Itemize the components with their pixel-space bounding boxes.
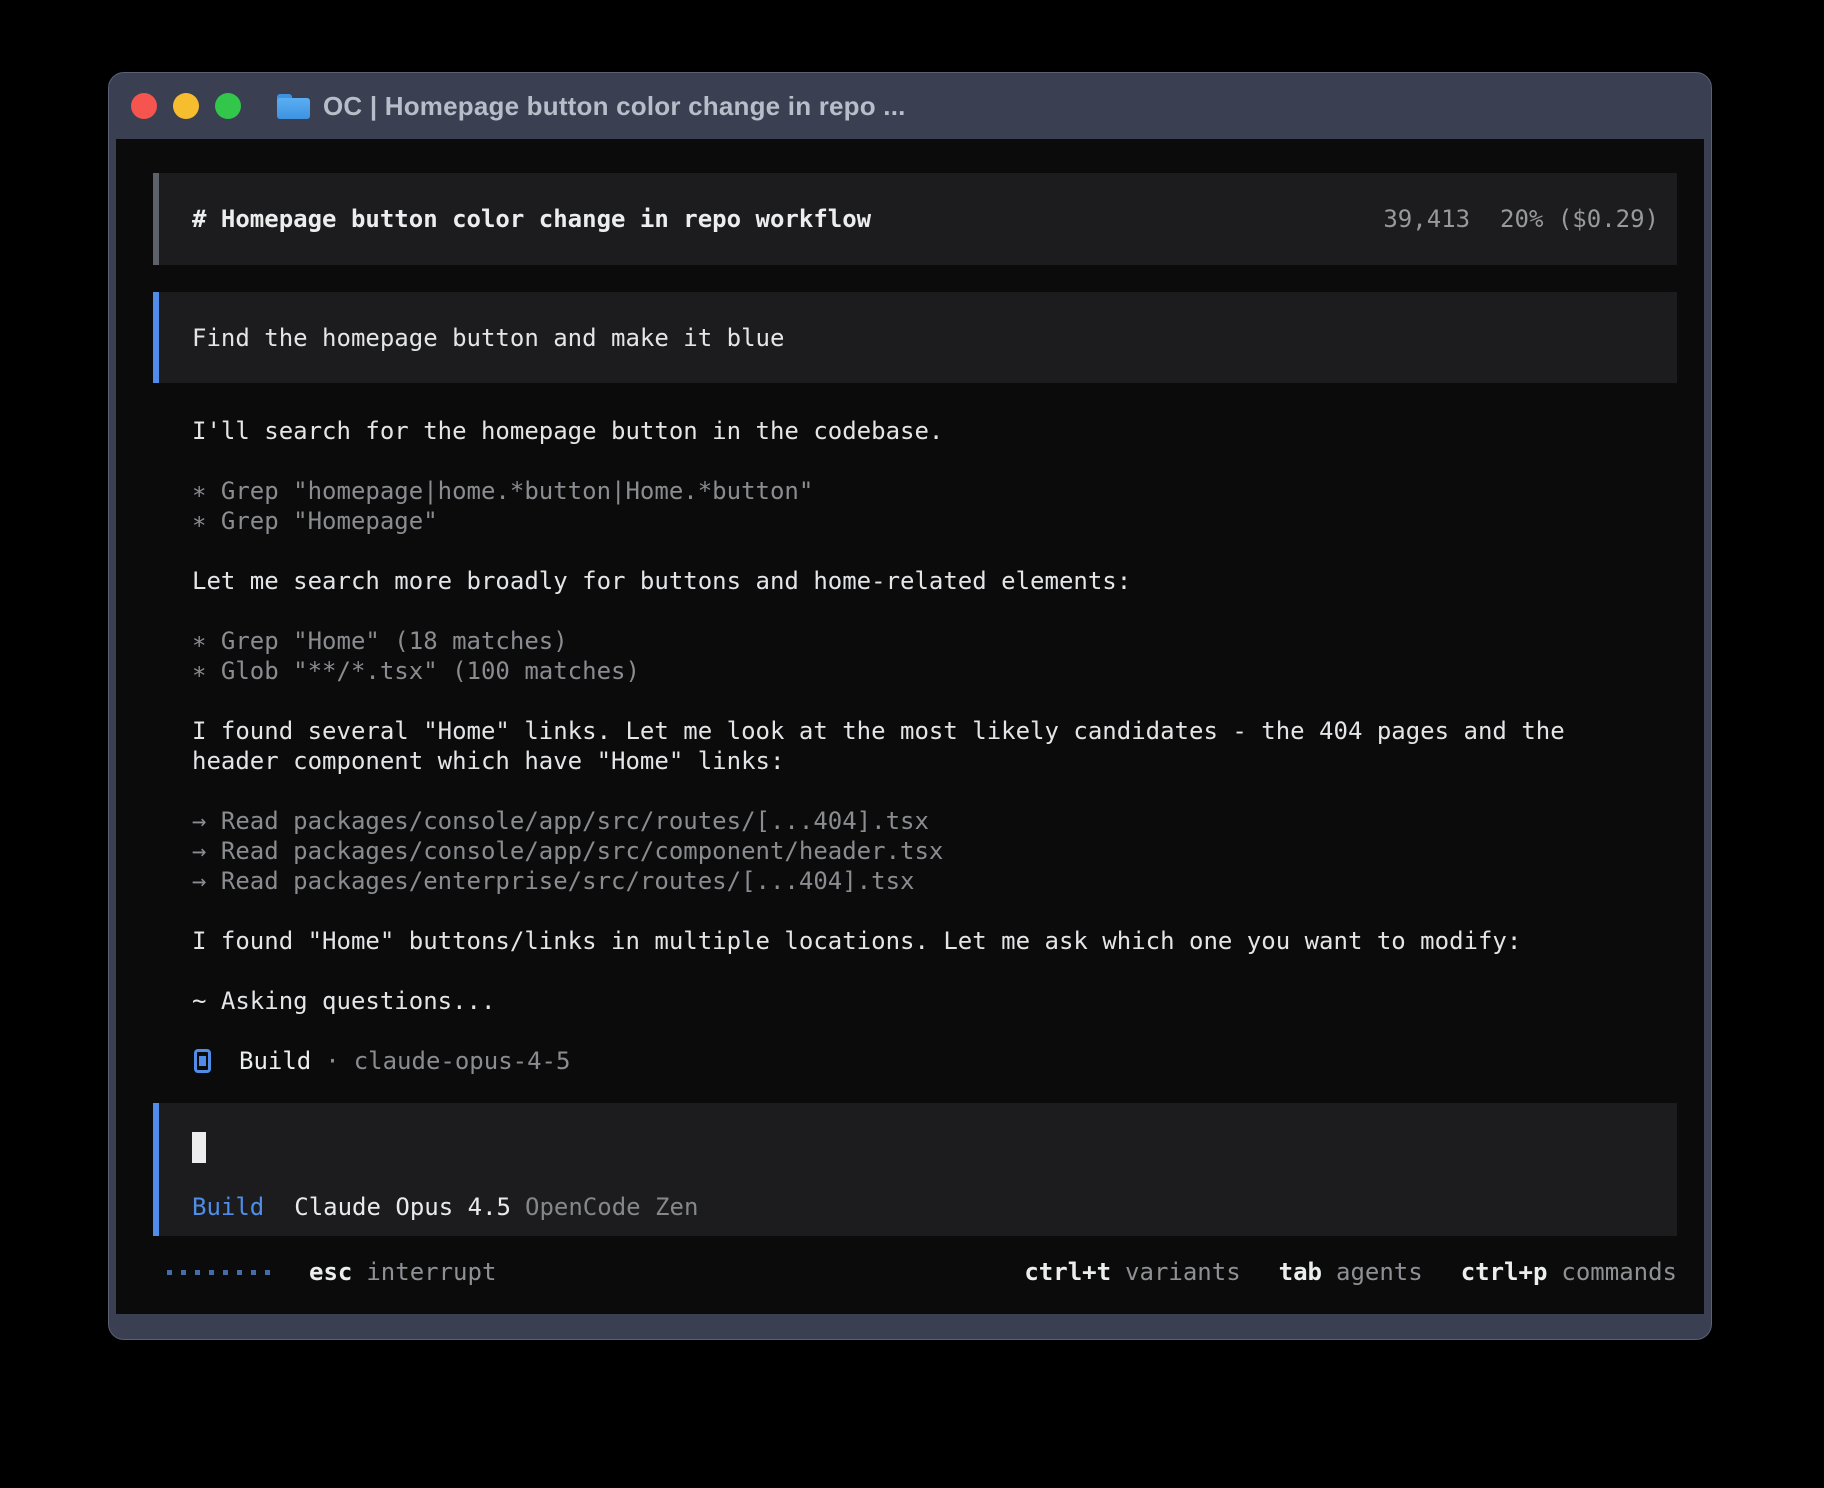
- transcript: I'll search for the homepage button in t…: [192, 416, 1677, 1046]
- transcript-line: I found "Home" buttons/links in multiple…: [192, 926, 1677, 956]
- session-title: # Homepage button color change in repo w…: [192, 205, 871, 233]
- model-row: Build Claude Opus 4.5 OpenCode Zen: [192, 1193, 1659, 1221]
- transcript-line: header component which have "Home" links…: [192, 746, 1677, 776]
- agent-status-row: Build · claude-opus-4-5: [192, 1046, 1677, 1076]
- hint-key: esc: [309, 1258, 352, 1286]
- spinner-icon: [167, 1270, 270, 1275]
- hint-interrupt[interactable]: esc interrupt: [309, 1258, 496, 1286]
- spinner-dot: [209, 1270, 214, 1275]
- hint-label: agents: [1336, 1258, 1423, 1286]
- statusbar-left: esc interrupt: [153, 1258, 496, 1286]
- transcript-line: Let me search more broadly for buttons a…: [192, 566, 1677, 596]
- minimize-button[interactable]: [173, 93, 199, 119]
- spinner-dot: [167, 1270, 172, 1275]
- transcript-line: ∗ Grep "Homepage": [192, 506, 1677, 536]
- transcript-line: [192, 776, 1677, 806]
- transcript-line: [192, 686, 1677, 716]
- statusbar-right: ctrl+t variants tab agents ctrl+p commands: [1024, 1258, 1677, 1286]
- token-count: 39,413: [1383, 205, 1470, 233]
- zoom-button[interactable]: [215, 93, 241, 119]
- transcript-line: ~ Asking questions...: [192, 986, 1677, 1016]
- spinner-dot: [195, 1270, 200, 1275]
- session-header: # Homepage button color change in repo w…: [153, 173, 1677, 265]
- input-provider-label: OpenCode Zen: [525, 1193, 698, 1221]
- close-button[interactable]: [131, 93, 157, 119]
- hint-commands[interactable]: ctrl+p commands: [1461, 1258, 1677, 1286]
- transcript-line: [192, 536, 1677, 566]
- transcript-line: [192, 1016, 1677, 1046]
- hint-label: commands: [1561, 1258, 1677, 1286]
- transcript-line: → Read packages/console/app/src/routes/[…: [192, 806, 1677, 836]
- transcript-line: I'll search for the homepage button in t…: [192, 416, 1677, 446]
- traffic-lights: [131, 93, 241, 119]
- context-usage: 20% ($0.29): [1500, 205, 1659, 233]
- hint-label: interrupt: [366, 1258, 496, 1286]
- hint-key: tab: [1279, 1258, 1322, 1286]
- hint-agents[interactable]: tab agents: [1279, 1258, 1423, 1286]
- spinner-dot: [181, 1270, 186, 1275]
- agent-model: claude-opus-4-5: [354, 1047, 571, 1075]
- agent-build-icon: [194, 1049, 211, 1073]
- transcript-line: [192, 596, 1677, 626]
- agent-separator: ·: [325, 1047, 339, 1075]
- transcript-line: I found several "Home" links. Let me loo…: [192, 716, 1677, 746]
- agent-name: Build: [239, 1047, 311, 1075]
- titlebar: OC | Homepage button color change in rep…: [109, 73, 1711, 139]
- transcript-line: [192, 896, 1677, 926]
- transcript-line: → Read packages/enterprise/src/routes/[.…: [192, 866, 1677, 896]
- terminal-window: OC | Homepage button color change in rep…: [108, 72, 1712, 1340]
- transcript-line: [192, 956, 1677, 986]
- transcript-line: ∗ Grep "Home" (18 matches): [192, 626, 1677, 656]
- hint-variants[interactable]: ctrl+t variants: [1024, 1258, 1240, 1286]
- hint-label: variants: [1125, 1258, 1241, 1286]
- user-message-text: Find the homepage button and make it blu…: [192, 324, 784, 352]
- spinner-dot: [237, 1270, 242, 1275]
- spinner-dot: [265, 1270, 270, 1275]
- folder-icon: [277, 94, 310, 119]
- hint-key: ctrl+t: [1024, 1258, 1111, 1286]
- hint-key: ctrl+p: [1461, 1258, 1548, 1286]
- input-model-label[interactable]: Claude Opus 4.5: [294, 1193, 511, 1221]
- terminal-content: # Homepage button color change in repo w…: [116, 139, 1704, 1314]
- prompt-input[interactable]: Build Claude Opus 4.5 OpenCode Zen: [153, 1103, 1677, 1236]
- transcript-line: ∗ Grep "homepage|home.*button|Home.*butt…: [192, 476, 1677, 506]
- input-agent-label[interactable]: Build: [192, 1193, 264, 1221]
- statusbar: esc interrupt ctrl+tvariantstabagentsctr…: [153, 1257, 1677, 1287]
- spinner-dot: [223, 1270, 228, 1275]
- user-message: Find the homepage button and make it blu…: [153, 292, 1677, 383]
- transcript-line: [192, 446, 1677, 476]
- session-stats: 39,413 20% ($0.29): [1383, 205, 1659, 233]
- text-cursor: [192, 1132, 206, 1163]
- spinner-dot: [251, 1270, 256, 1275]
- transcript-line: ∗ Glob "**/*.tsx" (100 matches): [192, 656, 1677, 686]
- window-title: OC | Homepage button color change in rep…: [323, 91, 906, 122]
- transcript-line: → Read packages/console/app/src/componen…: [192, 836, 1677, 866]
